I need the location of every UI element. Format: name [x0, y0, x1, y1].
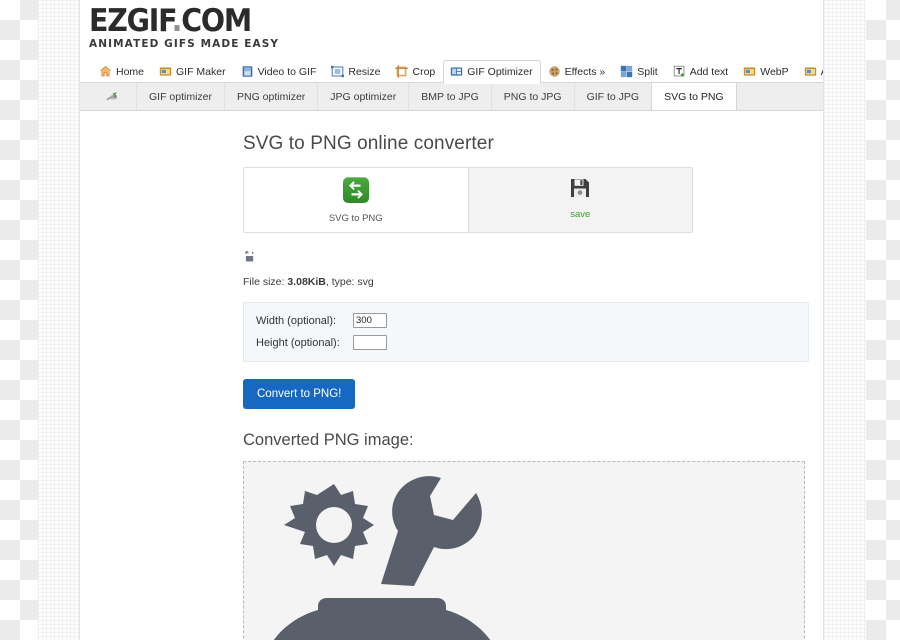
webp-icon	[743, 65, 756, 78]
subnav-label: BMP to JPG	[421, 90, 479, 103]
width-label: Width (optional):	[256, 314, 337, 327]
main-content: SVG to PNG online converter SVG to PNG s…	[80, 133, 823, 640]
floppy-disk-icon	[569, 179, 591, 203]
logo-ezgif: EZGIF	[89, 3, 173, 39]
nav-item-video-to-gif[interactable]: Video to GIF	[234, 60, 325, 83]
nav-item-apng[interactable]: APNG	[797, 60, 823, 83]
file-size-prefix: File size:	[243, 276, 288, 288]
subnav-label: SVG to PNG	[664, 90, 724, 103]
swap-arrows-icon	[342, 177, 369, 203]
subnav-item-gif-to-jpg[interactable]: GIF to JPG	[573, 83, 652, 110]
page-gutter-left	[38, 0, 80, 640]
page-title: SVG to PNG online converter	[243, 133, 494, 154]
nav-item-gif-optimizer[interactable]: GIF Optimizer	[443, 60, 541, 84]
nav-item-home[interactable]: Home	[92, 60, 152, 83]
nav-item-resize[interactable]: Resize	[324, 60, 388, 83]
nav-label: GIF Optimizer	[467, 65, 533, 78]
convert-to-png-button[interactable]: Convert to PNG!	[243, 379, 356, 409]
resize-icon	[331, 65, 345, 78]
split-icon	[620, 65, 633, 78]
logo-com: COM	[181, 3, 252, 39]
height-option-row: Height (optional):	[256, 334, 796, 351]
file-type-suffix: , type: svg	[325, 276, 374, 288]
optimizer-bird-icon	[88, 83, 136, 110]
subnav-label: GIF to JPG	[586, 90, 640, 103]
home-icon	[99, 65, 112, 78]
height-label: Height (optional):	[256, 336, 340, 349]
browser-page: EZGIF.COM ANIMATED GIFS MADE EASY Home G…	[80, 0, 823, 640]
nav-item-gif-maker[interactable]: GIF Maker	[152, 60, 234, 83]
source-thumbnail-row	[243, 250, 823, 270]
subnav-item-jpg-optimizer[interactable]: JPG optimizer	[317, 83, 408, 110]
tab-save[interactable]: save	[468, 168, 692, 232]
nav-label: APNG	[821, 66, 823, 78]
subnav-label: PNG to JPG	[503, 90, 562, 103]
apng-icon	[804, 65, 817, 78]
file-metadata: File size: 3.08KiB, type: svg	[243, 276, 823, 288]
width-input[interactable]	[353, 313, 387, 328]
transparency-checkerboard-right	[866, 0, 900, 640]
result-heading: Converted PNG image:	[243, 431, 414, 449]
height-input[interactable]	[353, 335, 387, 350]
nav-item-effects[interactable]: Effects »	[541, 60, 614, 83]
gear-wrench-person-icon[interactable]	[260, 470, 510, 640]
subnav-item-bmp-to-jpg[interactable]: BMP to JPG	[408, 83, 491, 110]
primary-navigation: Home GIF Maker Video to GIF Resize Crop	[80, 60, 823, 84]
nav-item-add-text[interactable]: Add text	[666, 60, 737, 83]
nav-label: Effects »	[564, 65, 606, 78]
effects-icon	[548, 65, 561, 78]
logo-wordmark: EZGIF.COM	[89, 6, 823, 37]
crop-icon	[395, 65, 409, 78]
width-option-row: Width (optional):	[256, 312, 796, 329]
tab-label: SVG to PNG	[328, 213, 383, 224]
page-gutter-right	[823, 0, 866, 640]
transparency-checkerboard-left	[0, 0, 38, 640]
tool-tab-bar: SVG to PNG save	[243, 167, 693, 233]
secondary-navigation: GIF optimizer PNG optimizer JPG optimize…	[80, 83, 823, 111]
nav-item-split[interactable]: Split	[613, 60, 665, 83]
nav-item-webp[interactable]: WebP	[736, 60, 796, 83]
nav-item-crop[interactable]: Crop	[388, 60, 443, 83]
subnav-label: GIF optimizer	[149, 90, 213, 103]
site-logo[interactable]: EZGIF.COM ANIMATED GIFS MADE EASY	[80, 0, 823, 54]
subnav-item-png-to-jpg[interactable]: PNG to JPG	[490, 83, 574, 110]
file-size-value: 3.08KiB	[287, 276, 326, 288]
nav-label: GIF Maker	[176, 65, 226, 78]
subnav-label: PNG optimizer	[237, 90, 306, 103]
subnav-item-gif-optimizer[interactable]: GIF optimizer	[136, 83, 224, 110]
nav-label: Split	[637, 65, 658, 78]
uploaded-svg-thumbnail[interactable]	[243, 251, 259, 270]
subnav-item-png-optimizer[interactable]: PNG optimizer	[224, 83, 317, 110]
subnav-item-svg-to-png[interactable]: SVG to PNG	[651, 83, 737, 110]
gif-maker-icon	[159, 65, 172, 78]
logo-tagline: ANIMATED GIFS MADE EASY	[89, 38, 280, 50]
nav-label: WebP	[760, 65, 789, 78]
nav-label: Video to GIF	[257, 65, 317, 78]
optimizer-icon	[450, 65, 463, 78]
nav-label: Crop	[412, 65, 436, 78]
converted-image-container	[243, 461, 805, 640]
tab-label: save	[570, 209, 591, 220]
tab-svg-to-png[interactable]: SVG to PNG	[244, 168, 469, 232]
video-icon	[241, 65, 254, 78]
nav-label: Resize	[348, 65, 381, 78]
nav-label: Add text	[689, 65, 729, 78]
options-panel: Width (optional): Height (optional):	[243, 302, 809, 362]
add-text-icon	[673, 65, 686, 78]
nav-label: Home	[116, 65, 145, 78]
subnav-label: JPG optimizer	[330, 90, 397, 103]
